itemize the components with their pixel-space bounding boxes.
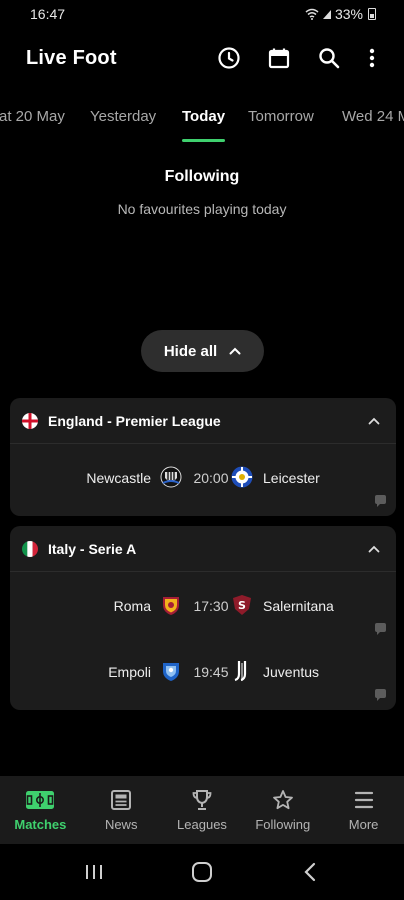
calendar-icon (268, 48, 290, 69)
more-options-button[interactable] (354, 36, 390, 80)
calendar-button[interactable] (254, 36, 304, 80)
collapse-chevron-icon[interactable] (366, 413, 382, 429)
england-flag-icon (22, 412, 38, 429)
following-title: Following (164, 168, 240, 185)
live-clock-button[interactable] (204, 36, 254, 80)
search-icon (319, 48, 340, 69)
nav-label: Following (255, 817, 311, 832)
star-icon (269, 788, 297, 812)
away-team-name: Juventus (263, 664, 320, 680)
app-title: Live Foot (26, 46, 117, 69)
battery-icon (368, 8, 376, 20)
status-time: 16:47 (30, 6, 66, 22)
league-card-premier-league: England - Premier League Newcastle 20:00… (10, 398, 396, 516)
home-team-name: Newcastle (86, 470, 151, 486)
league-header[interactable]: England - Premier League (10, 398, 396, 444)
nav-label: News (104, 817, 138, 832)
home-icon (192, 862, 212, 882)
back-button[interactable] (290, 852, 330, 892)
comments-icon[interactable] (375, 623, 386, 635)
tab-sat-20-may[interactable]: Sat 20 May (0, 96, 65, 142)
match-row[interactable]: Newcastle 20:00 Leicester (10, 444, 396, 510)
clock-icon (218, 47, 240, 69)
app-bar: Live Foot (0, 28, 404, 88)
trophy-icon (188, 788, 216, 812)
away-team-name: Leicester (263, 470, 320, 486)
date-tabs: Sat 20 May Yesterday Today Tomorrow Wed … (0, 96, 404, 142)
tab-tomorrow[interactable]: Tomorrow (248, 96, 314, 142)
pitch-icon (26, 788, 55, 812)
salernitana-crest-icon: S (231, 594, 253, 616)
recent-apps-button[interactable] (74, 852, 114, 892)
home-team-name: Roma (113, 598, 151, 614)
italy-flag-icon (22, 540, 38, 557)
leicester-crest-icon (231, 466, 253, 488)
comments-icon[interactable] (375, 495, 386, 507)
match-row[interactable]: Roma 17:30 S Salernitana (10, 572, 396, 638)
recent-apps-icon (86, 865, 102, 879)
league-name: England - Premier League (48, 412, 221, 429)
wifi-icon (305, 8, 319, 20)
back-icon (304, 862, 316, 882)
nav-matches[interactable]: Matches (0, 776, 81, 844)
tab-yesterday[interactable]: Yesterday (90, 96, 156, 142)
hide-all-label: Hide all (163, 342, 218, 360)
home-team-name: Empoli (108, 664, 151, 680)
newspaper-icon (107, 788, 135, 812)
chevron-up-icon (229, 347, 241, 355)
signal-icon (322, 10, 331, 19)
newcastle-crest-icon (160, 466, 182, 488)
hide-all-button[interactable]: Hide all (141, 330, 264, 372)
search-button[interactable] (304, 36, 354, 80)
league-header[interactable]: Italy - Serie A (10, 526, 396, 572)
following-empty-message: No favourites playing today (117, 201, 287, 217)
battery-percent: 33% (334, 6, 363, 22)
league-card-serie-a: Italy - Serie A Roma 17:30 S Salernitana… (10, 526, 396, 710)
nav-label: Leagues (177, 817, 227, 832)
away-team-name: Salernitana (263, 598, 334, 614)
comments-icon[interactable] (375, 689, 386, 701)
home-button[interactable] (182, 852, 222, 892)
nav-more[interactable]: More (323, 776, 404, 844)
system-nav-bar (0, 844, 404, 900)
more-vert-icon (369, 48, 375, 68)
juventus-crest-icon (231, 660, 253, 682)
nav-label: More (348, 817, 379, 832)
menu-icon (350, 788, 378, 812)
match-row[interactable]: Empoli 19:45 Juventus (10, 638, 396, 704)
status-indicators: 33% (305, 6, 376, 22)
collapse-chevron-icon[interactable] (366, 541, 382, 557)
app-actions (204, 36, 390, 80)
tab-wed-24-may[interactable]: Wed 24 May (342, 96, 404, 142)
roma-crest-icon (160, 594, 182, 616)
nav-following[interactable]: Following (242, 776, 323, 844)
bottom-nav: Matches News Leagues Following More (0, 776, 404, 844)
following-section: Following No favourites playing today (0, 142, 404, 217)
svg-text:S: S (238, 599, 246, 612)
league-name: Italy - Serie A (48, 540, 137, 557)
nav-news[interactable]: News (81, 776, 162, 844)
nav-leagues[interactable]: Leagues (162, 776, 243, 844)
tab-today[interactable]: Today (182, 96, 226, 142)
nav-label: Matches (14, 817, 67, 832)
status-bar: 16:47 33% (0, 0, 404, 28)
empoli-crest-icon (160, 660, 182, 682)
